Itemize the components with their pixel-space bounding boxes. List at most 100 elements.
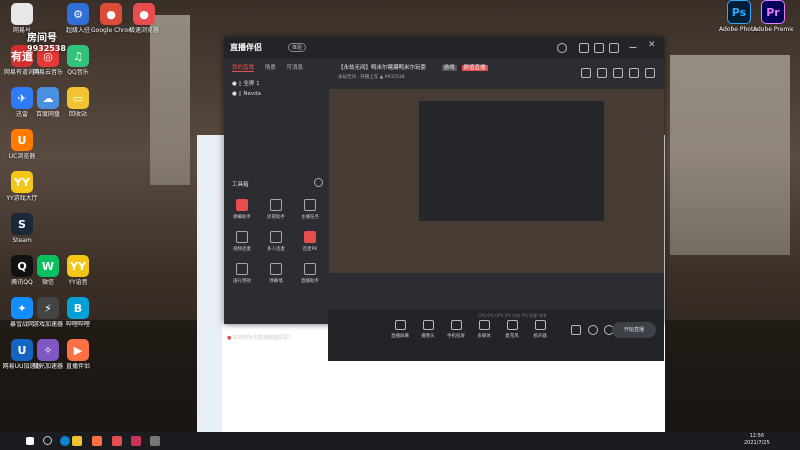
bottom-tool-icon <box>450 320 462 330</box>
desktop-icon-label: 直播伴侣 <box>65 363 90 370</box>
app-icon: ☁ <box>37 87 59 109</box>
tool-icon <box>236 199 248 211</box>
tab-scenes[interactable]: 场景 <box>265 65 276 71</box>
adobe-app-icon: Pr <box>761 0 785 24</box>
adobe-app-icon: Ps <box>727 0 751 24</box>
bottom-tool-icon <box>478 320 490 330</box>
skin-icon[interactable] <box>594 43 604 53</box>
app-icon: ▭ <box>67 87 89 109</box>
scene-label: 全屏 1 <box>243 81 260 87</box>
overlay-room-id: 9932538 <box>27 44 66 53</box>
bottom-tool-label: 扬声器 <box>533 334 547 339</box>
avatar-icon[interactable] <box>557 43 567 53</box>
app-icon: ♫ <box>67 45 89 67</box>
bottom-tool[interactable]: 摄像头 <box>413 320 443 339</box>
taskbar-clock[interactable]: 12:56 2021/7/25 <box>744 433 770 447</box>
windows-start-icon[interactable] <box>26 437 34 445</box>
desktop-icon-label: YY语音 <box>68 279 88 286</box>
scene-item[interactable]: ● ▯ 全屏 1 <box>232 79 260 87</box>
start-live-button[interactable]: 开始直播 <box>612 322 656 338</box>
room-title[interactable]: 【永劫无间】鸭米尔瞎摸鸭米尔玩耍 游戏 颜值直播 <box>338 63 488 71</box>
tool-label: 视频连麦 <box>233 247 251 252</box>
cast-icon[interactable] <box>588 325 598 335</box>
stream-preview[interactable] <box>329 89 664 273</box>
app-titlebar[interactable]: 直播伴侣 体验 ✕ <box>224 37 664 59</box>
camera-icon[interactable] <box>571 325 581 335</box>
room-tag: 游戏 <box>441 65 457 71</box>
tool-icon <box>304 263 316 275</box>
desktop-icon[interactable]: ● 极速浏览器 <box>124 3 164 34</box>
desktop-icon[interactable]: YY YY游戏大厅 <box>2 171 42 202</box>
desktop-icon[interactable]: Pr Adobe Premie... <box>753 0 793 33</box>
tab-my-live[interactable]: 我的直播 <box>232 65 255 72</box>
media-icon[interactable] <box>131 436 141 446</box>
tool-label: 弹幕助手 <box>233 215 251 220</box>
desktop-icon[interactable]: ▶ 直播伴侣 <box>58 339 98 370</box>
left-tabs: 我的直播 场景 可消息 <box>232 63 312 72</box>
scene-label: Nevda <box>243 91 261 97</box>
toolbox-item[interactable]: 视频连麦 <box>227 231 257 252</box>
scene-item[interactable]: ● ▯ Nevda <box>232 91 261 97</box>
bottom-tool-icon <box>534 320 546 330</box>
app-icon: B <box>67 297 89 319</box>
file-explorer-icon[interactable] <box>72 436 82 446</box>
layout-icon[interactable] <box>581 68 591 78</box>
left-panel: 我的直播 场景 可消息 ● ▯ 全屏 1 ● ▯ Nevda 工具箱 弹幕助手 房… <box>224 59 327 341</box>
toolbox-gear-icon[interactable] <box>314 178 323 187</box>
tool-icon <box>270 231 282 243</box>
minimize-icon[interactable] <box>629 43 637 48</box>
hint-text: 如何把手机直播画面投屏？ <box>232 335 293 341</box>
desktop-icon[interactable]: B 哔哩哔哩 <box>58 297 98 328</box>
toolbox-item[interactable]: 多人连麦 <box>261 231 291 252</box>
toolbox-item[interactable]: 连麦PK <box>295 231 325 252</box>
tab-messages[interactable]: 可消息 <box>287 65 304 71</box>
bottom-tool[interactable]: 麦克风 <box>497 320 527 339</box>
bell-icon[interactable] <box>629 68 639 78</box>
screencast-hint[interactable]: ● 如何把手机直播画面投屏？ <box>227 334 293 341</box>
desktop-icon[interactable]: U UC浏览器 <box>2 129 42 160</box>
app-logo: 直播伴侣 <box>230 43 262 52</box>
search-icon[interactable] <box>43 436 52 445</box>
live-app-taskbar-icon[interactable] <box>92 436 102 446</box>
edge-icon[interactable] <box>60 436 70 446</box>
message-icon[interactable] <box>579 43 589 53</box>
toolbox-item[interactable]: 主播任务 <box>295 199 325 220</box>
desktop-icon[interactable]: ▭ 回收站 <box>58 87 98 118</box>
toolbox-item[interactable]: 送礼特效 <box>227 263 257 284</box>
background-window-right <box>670 55 790 255</box>
bottom-tool-label: 麦克风 <box>505 334 519 339</box>
toolbox-item[interactable]: 直播助手 <box>295 263 325 284</box>
desktop-icon-label: YY游戏大厅 <box>6 195 38 202</box>
share-icon[interactable] <box>613 68 623 78</box>
toolbox-item[interactable]: 弹幕助手 <box>227 199 257 220</box>
desktop-icon-label: UC浏览器 <box>8 153 36 160</box>
bottom-tool-label: 直播屏幕 <box>391 334 409 339</box>
desktop-icon[interactable]: S Steam <box>2 213 42 244</box>
desktop-icon-label: Steam <box>12 237 32 244</box>
room-tag: 颜值直播 <box>461 65 488 71</box>
settings-icon[interactable] <box>609 43 619 53</box>
app-icon: ⚡ <box>37 297 59 319</box>
bottom-tool-label: 摄像头 <box>421 334 435 339</box>
app-icon: ✧ <box>37 339 59 361</box>
toolbox-item[interactable]: 弹幕墙 <box>261 263 291 284</box>
tool-icon <box>304 231 316 243</box>
app-icon: ▶ <box>67 339 89 361</box>
tool-icon <box>270 199 282 211</box>
hint-dot-icon: ● <box>227 335 232 341</box>
preview-inner-window <box>419 101 604 221</box>
app-icon[interactable] <box>150 436 160 446</box>
link-icon[interactable] <box>645 68 655 78</box>
bottom-tool[interactable]: 扬声器 <box>525 320 555 339</box>
app-icon: ● <box>100 3 122 25</box>
bottom-tool[interactable]: 直播屏幕 <box>385 320 415 339</box>
bottom-tool[interactable]: 手机投屏 <box>441 320 471 339</box>
overlay-label: 房间号 <box>27 33 57 44</box>
video-icon[interactable] <box>112 436 122 446</box>
lock-icon[interactable] <box>597 68 607 78</box>
desktop-icon[interactable]: YY YY语音 <box>58 255 98 286</box>
close-icon[interactable]: ✕ <box>648 40 656 50</box>
bottom-tool[interactable]: 多媒体 <box>469 320 499 339</box>
app-icon: S <box>11 213 33 235</box>
toolbox-item[interactable]: 房管助手 <box>261 199 291 220</box>
